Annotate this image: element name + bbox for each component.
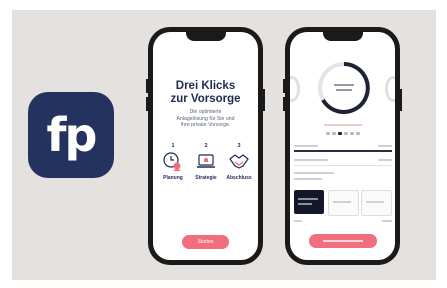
continue-button[interactable]	[309, 234, 377, 248]
row-label-placeholder	[294, 178, 322, 180]
row-value-placeholder	[378, 159, 392, 161]
onboarding-screen: Drei Klicks zur Vorsorge Die optimierte …	[153, 32, 258, 260]
card-text-placeholder	[333, 201, 351, 203]
phone-notch	[185, 32, 226, 41]
footnote-placeholder	[294, 220, 302, 222]
step-label: Planung	[163, 175, 183, 181]
divider-line	[294, 150, 392, 152]
step-label: Abschluss	[226, 175, 252, 181]
row-value-placeholder	[378, 145, 392, 147]
selected-option-card[interactable]	[294, 190, 324, 214]
option-card[interactable]	[328, 190, 359, 216]
app-logo-icon: fp	[28, 92, 114, 178]
card-text-placeholder	[298, 203, 312, 205]
phone-onboarding: Drei Klicks zur Vorsorge Die optimierte …	[146, 27, 265, 265]
step-number: 3	[237, 143, 241, 149]
divider-line	[294, 165, 392, 166]
handshake-icon	[228, 150, 250, 172]
option-card[interactable]	[361, 190, 392, 216]
step-number: 2	[204, 143, 208, 149]
phone-power-button	[263, 89, 265, 111]
step-planung: 1 Planung	[156, 143, 190, 181]
carousel-peek-right	[385, 76, 395, 102]
start-button[interactable]: Starten	[182, 235, 229, 249]
row-label-placeholder	[294, 145, 318, 147]
onboarding-title: Drei Klicks zur Vorsorge	[153, 80, 258, 106]
title-line: zur Vorsorge	[170, 93, 241, 105]
phone-volume-button	[146, 97, 148, 111]
carousel-peek-left	[290, 76, 300, 102]
logo-text: fp	[46, 108, 98, 162]
card-text-placeholder	[298, 198, 318, 200]
phone-dashboard	[283, 27, 402, 265]
phone-power-button	[400, 89, 402, 111]
step-number: 1	[171, 143, 175, 149]
onboarding-subtitle: Die optimierte Anlagelösung für Sie und …	[163, 109, 248, 129]
ring-caption-placeholder	[324, 124, 362, 126]
phone-volume-button	[283, 97, 285, 111]
footnote-placeholder	[382, 220, 392, 222]
laptop-icon	[195, 150, 217, 172]
progress-ring	[316, 60, 372, 116]
row-label-placeholder	[294, 159, 328, 161]
phone-volume-button	[283, 79, 285, 93]
title-line: Drei Klicks	[175, 80, 236, 92]
step-abschluss: 3 Abschluss	[222, 143, 256, 181]
phone-notch	[322, 32, 363, 41]
step-label: Strategie	[195, 175, 217, 181]
subtitle-line: Ihre private Vorsorge.	[180, 122, 231, 128]
button-label-placeholder	[323, 240, 363, 242]
dashboard-screen	[290, 32, 395, 260]
phone-volume-button	[146, 79, 148, 93]
row-label-placeholder	[294, 172, 334, 174]
clock-person-icon	[162, 150, 184, 172]
carousel-dots[interactable]	[326, 132, 360, 135]
step-strategie: 2 Strategie	[189, 143, 223, 181]
card-text-placeholder	[366, 201, 384, 203]
